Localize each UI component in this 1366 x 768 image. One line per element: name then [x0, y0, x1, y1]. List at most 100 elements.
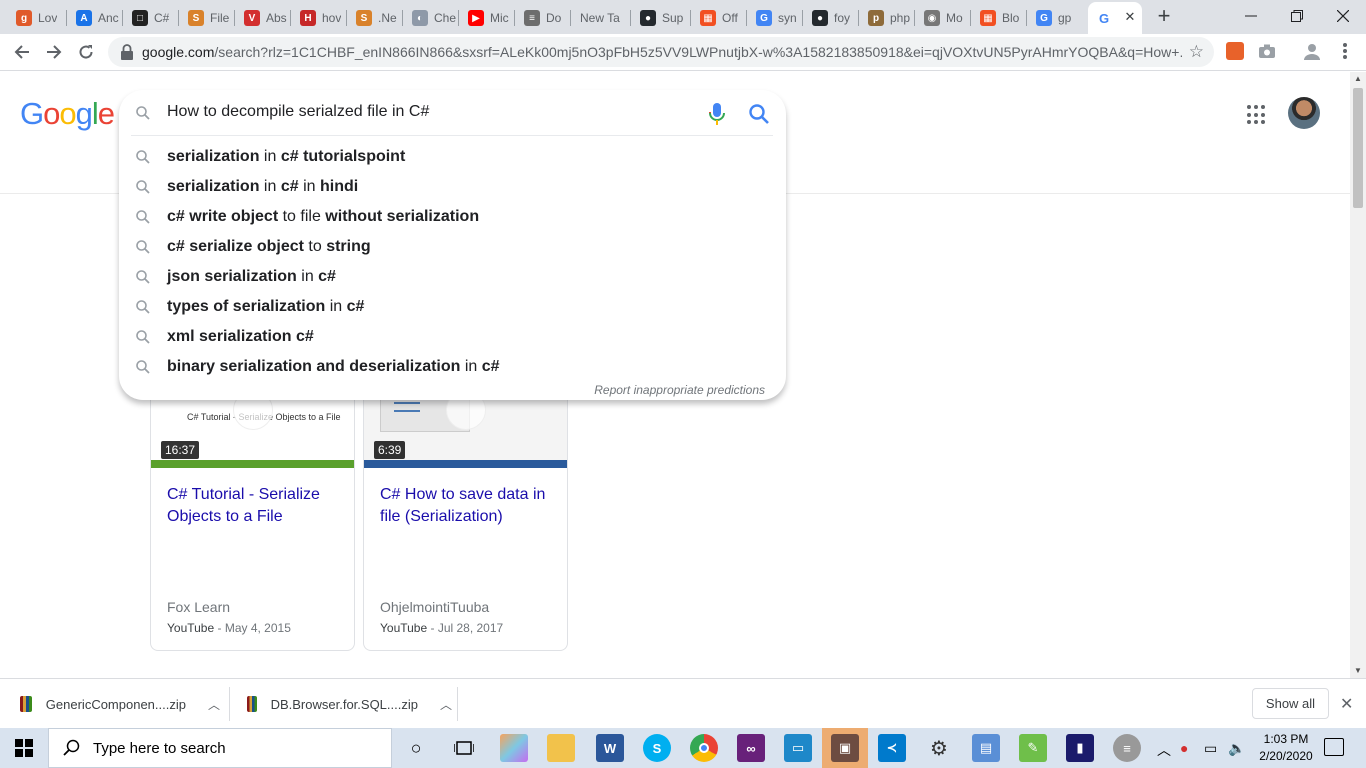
video-duration: 6:39: [374, 441, 406, 459]
tab-label: gp: [1058, 11, 1072, 25]
new-tab-button[interactable]: +: [1151, 4, 1177, 30]
video-thumbnail[interactable]: C# Tutorial - Serialize Objects to a Fil…: [151, 392, 354, 468]
suggestion-completion: types of serialization: [167, 298, 326, 315]
autocomplete-suggestion[interactable]: xml serialization c#: [119, 322, 786, 352]
browser-tab[interactable]: A Anc: [68, 4, 124, 32]
tab-label: Blo: [1002, 11, 1020, 25]
divider: [457, 687, 458, 721]
network-icon[interactable]: ▭: [1204, 740, 1217, 757]
start-button[interactable]: [0, 728, 48, 768]
bookmark-star-icon[interactable]: ☆: [1189, 42, 1204, 62]
restore-button[interactable]: [1274, 0, 1320, 32]
browser-tab[interactable]: □ C#: [124, 4, 180, 32]
extension-icon[interactable]: [1226, 42, 1244, 60]
settings-gear-icon[interactable]: ⚙: [925, 734, 953, 762]
task-view-icon[interactable]: [450, 734, 478, 762]
reload-button[interactable]: [72, 38, 100, 66]
suggestion-query-part: in: [460, 358, 482, 375]
google-logo[interactable]: Google: [20, 96, 115, 132]
search-button[interactable]: [747, 102, 771, 126]
chevron-up-icon[interactable]: ︿: [1157, 740, 1171, 760]
close-tab-icon[interactable]: ✕: [1122, 9, 1138, 25]
autocomplete-suggestion[interactable]: serialization in c# tutorialspoint: [119, 142, 786, 172]
autocomplete-suggestion[interactable]: types of serialization in c#: [119, 292, 786, 322]
autocomplete-suggestion[interactable]: c# serialize object to string: [119, 232, 786, 262]
download-item[interactable]: DB.Browser.for.SQL....zip ︿: [247, 679, 452, 729]
search-input[interactable]: How to decompile serialzed file in C#: [167, 103, 429, 121]
profile-icon[interactable]: [1303, 42, 1321, 60]
vscode-icon[interactable]: ≺: [878, 734, 906, 762]
close-shelf-icon[interactable]: ✕: [1340, 694, 1353, 714]
browser-tab[interactable]: Ggp: [1028, 4, 1084, 32]
notifications-icon[interactable]: [1324, 738, 1344, 756]
tab-separator: [122, 10, 123, 26]
browser-tab[interactable]: ● foy: [804, 4, 860, 32]
app-window-icon[interactable]: ▭: [784, 734, 812, 762]
suggestion-text: serialization in c# in hindi: [167, 178, 358, 196]
browser-tab[interactable]: V Abs: [236, 4, 292, 32]
report-predictions-link[interactable]: Report inappropriate predictions: [594, 383, 765, 397]
browser-tab[interactable]: ≡ Do: [516, 4, 572, 32]
cortana-icon[interactable]: ○: [402, 734, 430, 762]
google-apps-icon[interactable]: [1247, 105, 1267, 125]
close-window-button[interactable]: [1320, 0, 1366, 32]
browser-tab[interactable]: Gsyn: [748, 4, 804, 32]
scroll-up-icon[interactable]: ▲: [1354, 74, 1362, 83]
autocomplete-suggestion[interactable]: json serialization in c#: [119, 262, 786, 292]
layers-app-icon[interactable]: [500, 734, 528, 762]
menu-button[interactable]: [1336, 42, 1354, 60]
tab-separator: [690, 10, 691, 26]
taskbar-search-box[interactable]: Type here to search: [48, 728, 392, 768]
terminal-app-icon[interactable]: ▮: [1066, 734, 1094, 762]
autocomplete-suggestion[interactable]: serialization in c# in hindi: [119, 172, 786, 202]
download-item[interactable]: GenericComponen....zip ︿: [20, 679, 220, 729]
video-card[interactable]: C# Tutorial - Serialize Objects to a Fil…: [150, 392, 355, 651]
browser-tab[interactable]: New Ta: [572, 4, 628, 32]
browser-tab[interactable]: ▶ Mic: [460, 4, 516, 32]
browser-tab[interactable]: ▦ Blo: [972, 4, 1028, 32]
notepad-plus-icon[interactable]: ✎: [1019, 734, 1047, 762]
browser-tab[interactable]: ◐ Che: [404, 4, 460, 32]
browser-tab[interactable]: ▦ Off: [692, 4, 748, 32]
autocomplete-suggestion[interactable]: c# write object to file without serializ…: [119, 202, 786, 232]
visual-studio-icon[interactable]: ∞: [737, 734, 765, 762]
antivirus-tray-icon[interactable]: ●: [1180, 740, 1188, 756]
browser-tab[interactable]: g Lov: [8, 4, 64, 32]
autocomplete-suggestion[interactable]: binary serialization and deserialization…: [119, 352, 786, 382]
search-icon: [63, 739, 80, 756]
word-icon[interactable]: W: [596, 734, 624, 762]
volume-icon[interactable]: 🔈: [1228, 740, 1245, 757]
scroll-down-icon[interactable]: ▼: [1354, 666, 1362, 675]
browser-tab[interactable]: ◉ Mo: [916, 4, 972, 32]
back-button[interactable]: [8, 38, 36, 66]
video-card[interactable]: 6:39 C# How to save data in file (Serial…: [363, 392, 568, 651]
archive-app-icon[interactable]: ▣: [831, 734, 859, 762]
address-bar[interactable]: google.com/search?rlz=1C1CHBF_enIN866IN8…: [108, 37, 1214, 67]
show-all-button[interactable]: Show all: [1252, 688, 1329, 719]
browser-tab[interactable]: Hhov: [292, 4, 348, 32]
remote-app-icon[interactable]: ▤: [972, 734, 1000, 762]
database-app-icon[interactable]: ≡: [1113, 734, 1141, 762]
browser-tab[interactable]: p php: [860, 4, 916, 32]
browser-tab[interactable]: ● Sup: [632, 4, 688, 32]
chevron-up-icon[interactable]: ︿: [440, 696, 452, 713]
microphone-icon[interactable]: [707, 102, 727, 126]
account-avatar[interactable]: [1288, 97, 1320, 129]
video-title-link[interactable]: C# How to save data in file (Serializati…: [380, 484, 556, 528]
browser-tab[interactable]: S .Ne: [348, 4, 404, 32]
skype-icon[interactable]: S: [643, 734, 671, 762]
video-thumbnail[interactable]: 6:39: [364, 392, 567, 468]
tab-label: Sup: [662, 11, 684, 25]
chevron-up-icon[interactable]: ︿: [208, 696, 220, 713]
forward-button[interactable]: [40, 38, 68, 66]
chrome-icon[interactable]: [690, 734, 718, 762]
minimize-button[interactable]: [1228, 0, 1274, 32]
camera-icon[interactable]: [1258, 42, 1276, 60]
video-title-link[interactable]: C# Tutorial - Serialize Objects to a Fil…: [167, 484, 343, 528]
scrollbar-thumb[interactable]: [1353, 88, 1363, 208]
active-browser-tab[interactable]: G ✕: [1088, 2, 1142, 34]
system-clock[interactable]: 1:03 PM 2/20/2020: [1250, 731, 1322, 765]
file-explorer-icon[interactable]: [547, 734, 575, 762]
tab-separator: [178, 10, 179, 26]
browser-tab[interactable]: S File: [180, 4, 236, 32]
